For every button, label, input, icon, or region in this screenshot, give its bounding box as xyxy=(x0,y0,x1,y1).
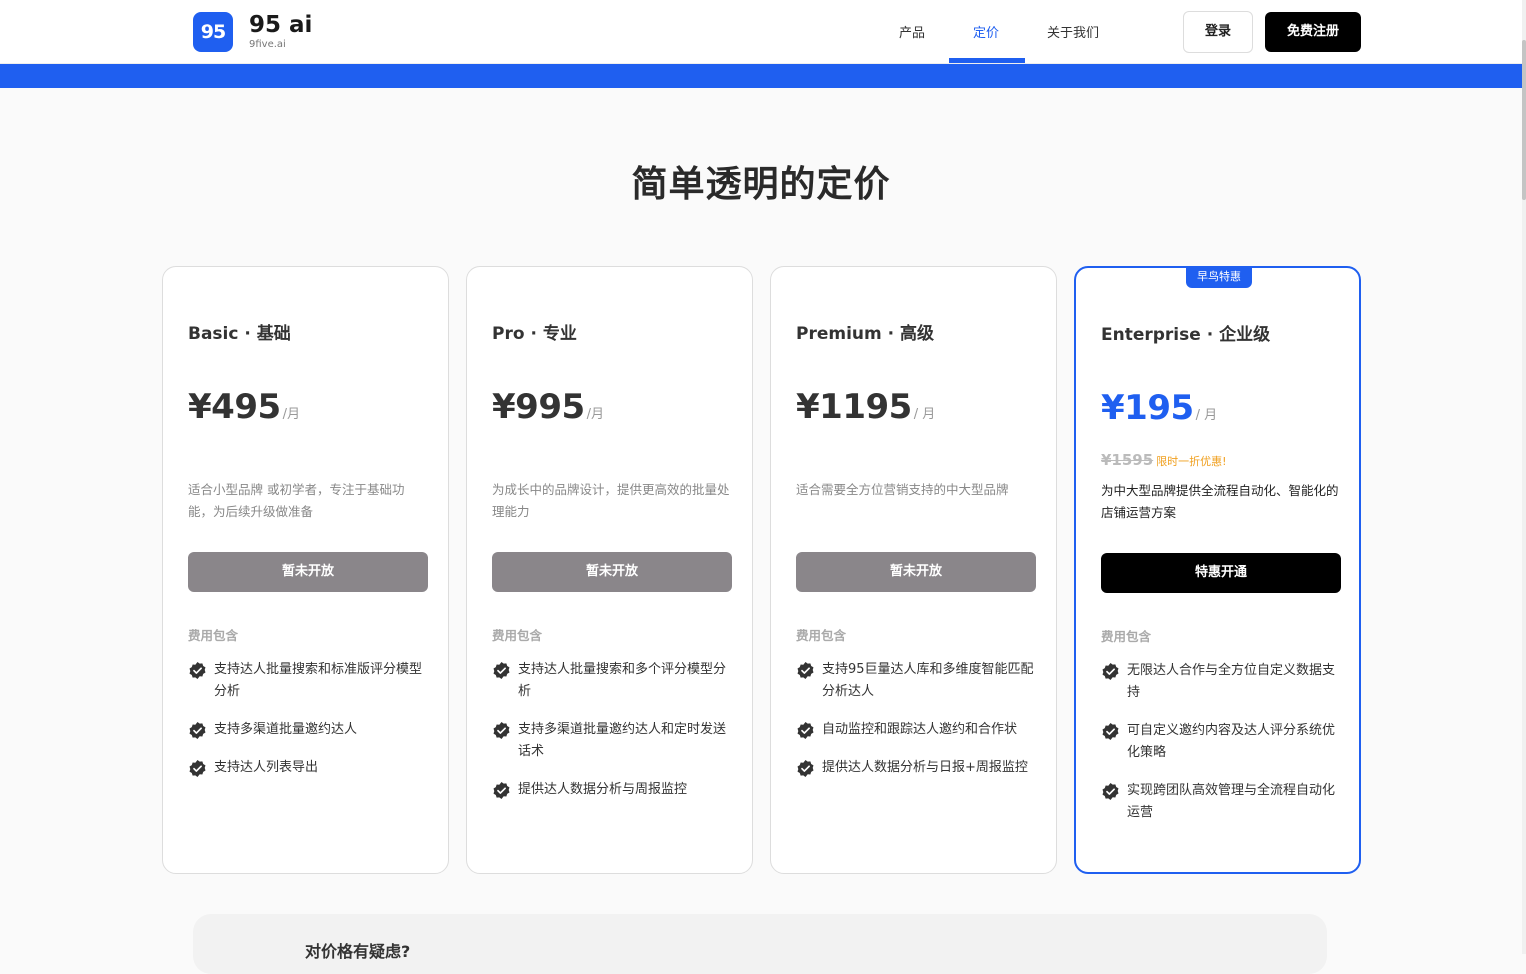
list-item: 无限达人合作与全方位自定义数据支持 xyxy=(1101,660,1346,704)
price-row: ¥995/月 xyxy=(492,387,604,427)
list-item: 支持达人列表导出 xyxy=(188,757,433,779)
list-item: 支持多渠道批量邀约达人 xyxy=(188,719,433,741)
plan-description: 为成长中的品牌设计，提供更高效的批量处理能力 xyxy=(492,482,730,519)
check-badge-icon xyxy=(493,781,510,800)
price-period: /月 xyxy=(282,407,301,422)
plan-description: 适合需要全方位营销支持的中大型品牌 xyxy=(796,482,1009,497)
plan-card-enterprise: 早鸟特惠 Enterprise · 企业级 ¥195/ 月 ¥1595 限时一折优… xyxy=(1074,266,1361,874)
plan-price: ¥495 xyxy=(188,387,281,427)
list-item: 支持95巨量达人库和多维度智能匹配分析达人 xyxy=(796,659,1041,703)
nav-item-products[interactable]: 产品 xyxy=(899,22,925,64)
plan-name: Pro · 专业 xyxy=(492,324,577,344)
feature-text: 支持达人列表导出 xyxy=(214,760,319,775)
plan-name: Premium · 高级 xyxy=(796,324,935,344)
list-item: 提供达人数据分析与周报监控 xyxy=(492,779,737,801)
list-item: 实现跨团队高效管理与全流程自动化运营 xyxy=(1101,780,1346,824)
plan-button[interactable]: 暂未开放 xyxy=(796,552,1036,592)
includes-label: 费用包含 xyxy=(1101,629,1152,644)
check-badge-icon xyxy=(493,661,510,680)
plan-description: 适合小型品牌 或初学者，专注于基础功能，为后续升级做准备 xyxy=(188,482,405,519)
signup-button[interactable]: 免费注册 xyxy=(1265,12,1361,52)
feature-list: 无限达人合作与全方位自定义数据支持 可自定义邀约内容及达人评分系统优化策略 实现… xyxy=(1101,660,1346,840)
original-price: ¥1595 xyxy=(1101,451,1154,469)
check-badge-icon xyxy=(797,661,814,680)
list-item: 自动监控和跟踪达人邀约和合作状 xyxy=(796,719,1041,741)
brand-name[interactable]: 95 ai xyxy=(249,12,312,38)
plan-button[interactable]: 暂未开放 xyxy=(188,552,428,592)
feature-list: 支持95巨量达人库和多维度智能匹配分析达人 自动监控和跟踪达人邀约和合作状 提供… xyxy=(796,659,1041,795)
plan-card-premium: Premium · 高级 ¥1195/ 月 适合需要全方位营销支持的中大型品牌 … xyxy=(770,266,1057,874)
list-item: 支持达人批量搜索和多个评分模型分析 xyxy=(492,659,737,703)
feature-text: 无限达人合作与全方位自定义数据支持 xyxy=(1127,663,1336,700)
login-button[interactable]: 登录 xyxy=(1183,11,1253,53)
check-badge-icon xyxy=(797,721,814,740)
plan-card-pro: Pro · 专业 ¥995/月 为成长中的品牌设计，提供更高效的批量处理能力 暂… xyxy=(466,266,753,874)
brand-logo-icon[interactable]: 95 xyxy=(193,12,233,52)
nav-active-underline xyxy=(949,58,1025,63)
price-period: / 月 xyxy=(1195,408,1218,423)
header-accent-band xyxy=(0,64,1522,88)
plan-name: Enterprise · 企业级 xyxy=(1101,325,1271,345)
feature-text: 提供达人数据分析与周报监控 xyxy=(518,782,688,797)
check-badge-icon xyxy=(797,759,814,778)
includes-label: 费用包含 xyxy=(188,628,239,643)
list-item: 支持达人批量搜索和标准版评分模型分析 xyxy=(188,659,433,703)
price-period: /月 xyxy=(586,407,605,422)
plan-name: Basic · 基础 xyxy=(188,324,291,344)
check-badge-icon xyxy=(1102,722,1119,741)
nav-item-about[interactable]: 关于我们 xyxy=(1047,22,1099,64)
check-badge-icon xyxy=(189,759,206,778)
check-badge-icon xyxy=(189,721,206,740)
plan-description: 为中大型品牌提供全流程自动化、智能化的店铺运营方案 xyxy=(1101,483,1339,520)
original-price-row: ¥1595 限时一折优惠! xyxy=(1101,450,1227,469)
promo-text: 限时一折优惠! xyxy=(1156,455,1227,468)
feature-text: 可自定义邀约内容及达人评分系统优化策略 xyxy=(1127,723,1336,760)
faq-title: 对价格有疑虑? xyxy=(305,942,411,961)
check-badge-icon xyxy=(1102,662,1119,681)
price-row: ¥195/ 月 xyxy=(1101,388,1217,428)
plan-card-basic: Basic · 基础 ¥495/月 适合小型品牌 或初学者，专注于基础功能，为后… xyxy=(162,266,449,874)
plan-price: ¥195 xyxy=(1101,388,1194,428)
feature-text: 支持多渠道批量邀约达人 xyxy=(214,722,358,737)
plan-price: ¥995 xyxy=(492,387,585,427)
check-badge-icon xyxy=(493,721,510,740)
top-navbar: 95 95 ai 9five.ai 产品 定价 关于我们 登录 免费注册 xyxy=(0,0,1522,64)
includes-label: 费用包含 xyxy=(492,628,543,643)
price-row: ¥495/月 xyxy=(188,387,300,427)
feature-text: 提供达人数据分析与日报+周报监控 xyxy=(822,760,1028,775)
plan-price: ¥1195 xyxy=(796,387,912,427)
scrollbar-thumb[interactable] xyxy=(1522,40,1526,200)
feature-text: 支持达人批量搜索和多个评分模型分析 xyxy=(518,662,727,699)
feature-text: 支持达人批量搜索和标准版评分模型分析 xyxy=(214,662,423,699)
early-bird-badge: 早鸟特惠 xyxy=(1186,266,1252,288)
feature-list: 支持达人批量搜索和标准版评分模型分析 支持多渠道批量邀约达人 支持达人列表导出 xyxy=(188,659,433,795)
check-badge-icon xyxy=(189,661,206,680)
plan-button[interactable]: 暂未开放 xyxy=(492,552,732,592)
price-row: ¥1195/ 月 xyxy=(796,387,935,427)
feature-text: 支持95巨量达人库和多维度智能匹配分析达人 xyxy=(822,662,1034,699)
list-item: 可自定义邀约内容及达人评分系统优化策略 xyxy=(1101,720,1346,764)
feature-text: 实现跨团队高效管理与全流程自动化运营 xyxy=(1127,783,1336,820)
feature-text: 支持多渠道批量邀约达人和定时发送话术 xyxy=(518,722,727,759)
price-period: / 月 xyxy=(913,407,936,422)
list-item: 支持多渠道批量邀约达人和定时发送话术 xyxy=(492,719,737,763)
feature-text: 自动监控和跟踪达人邀约和合作状 xyxy=(822,722,1018,737)
check-badge-icon xyxy=(1102,782,1119,801)
page-title: 简单透明的定价 xyxy=(631,164,891,205)
plan-button[interactable]: 特惠开通 xyxy=(1101,553,1341,593)
feature-list: 支持达人批量搜索和多个评分模型分析 支持多渠道批量邀约达人和定时发送话术 提供达… xyxy=(492,659,737,817)
brand-domain: 9five.ai xyxy=(249,39,286,50)
includes-label: 费用包含 xyxy=(796,628,847,643)
list-item: 提供达人数据分析与日报+周报监控 xyxy=(796,757,1041,779)
